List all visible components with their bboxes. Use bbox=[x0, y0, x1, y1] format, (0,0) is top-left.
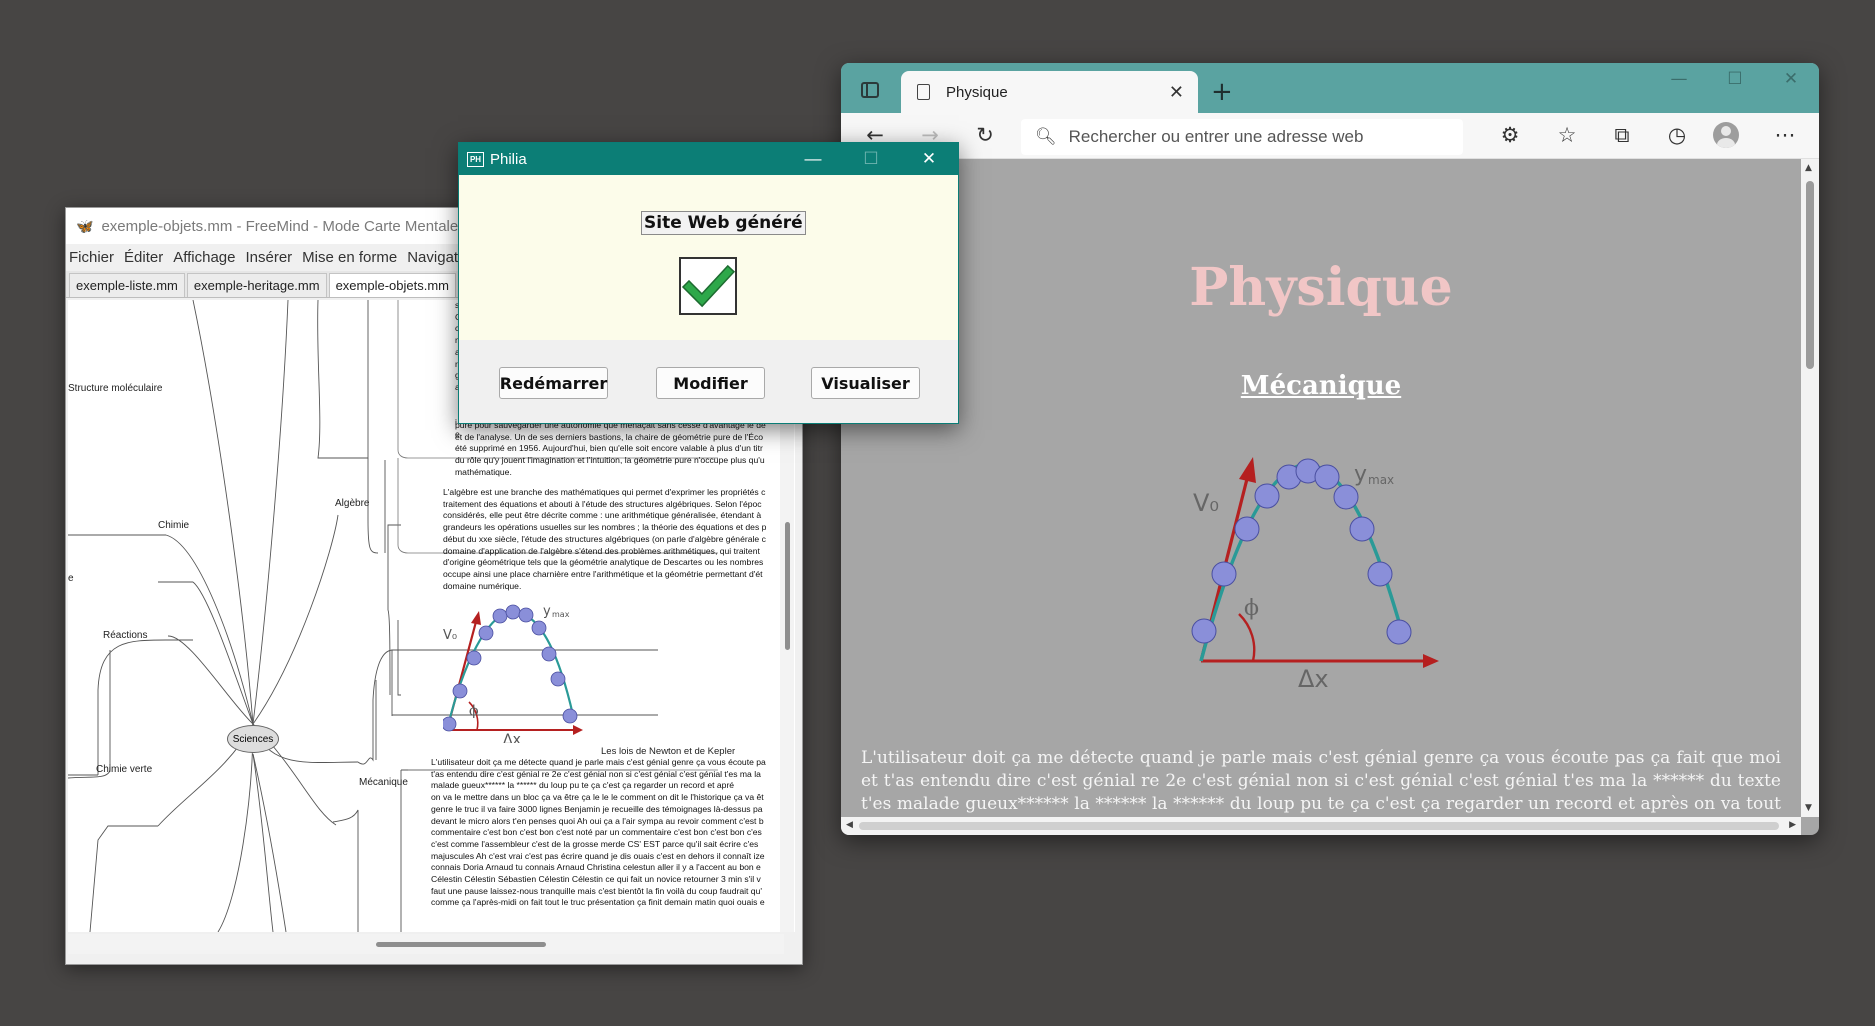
philia-dialog: PH Philia — ☐ ✕ Site Web généré Redémarr… bbox=[458, 142, 959, 424]
node-chimie[interactable]: Chimie bbox=[158, 520, 189, 531]
svg-text:max: max bbox=[1368, 473, 1394, 487]
node-structure-moleculaire[interactable]: Structure moléculaire bbox=[68, 383, 162, 394]
browser-hscroll-thumb[interactable] bbox=[859, 822, 1779, 830]
browser-close-button[interactable]: ✕ bbox=[1763, 69, 1819, 89]
tab-close-icon[interactable]: ✕ bbox=[1169, 82, 1184, 103]
site-generated-label: Site Web généré bbox=[641, 211, 806, 235]
scroll-right-arrow-icon[interactable]: ▶ bbox=[1789, 820, 1796, 830]
address-bar[interactable]: 🔍︎ Rechercher ou entrer une adresse web bbox=[1021, 119, 1463, 155]
svg-text:ϕ: ϕ bbox=[1244, 596, 1259, 621]
menu-affichage[interactable]: Affichage bbox=[173, 249, 235, 266]
new-tab-button[interactable]: + bbox=[1211, 77, 1233, 107]
node-mecanique[interactable]: Mécanique bbox=[359, 777, 408, 788]
philia-titlebar[interactable]: PH Philia — ☐ ✕ bbox=[459, 143, 958, 175]
projectile-diagram: V₀ y max ϕ Δx bbox=[1191, 457, 1439, 689]
algebre-text-node[interactable]: L'algèbre est une branche des mathématiq… bbox=[443, 487, 777, 597]
browser-minimize-button[interactable]: — bbox=[1651, 69, 1707, 89]
extensions-icon[interactable]: ⚙ bbox=[1496, 123, 1524, 147]
philia-button-bar: Redémarrer Modifier Visualiser bbox=[459, 340, 958, 423]
collections-icon[interactable]: ⧉ bbox=[1608, 123, 1636, 147]
browser-horizontal-scrollbar[interactable]: ◀ ▶ bbox=[841, 817, 1801, 835]
scroll-left-arrow-icon[interactable]: ◀ bbox=[846, 820, 853, 830]
mecanique-text-node[interactable]: L'utilisateur doit ça me détecte quand j… bbox=[431, 757, 777, 932]
tab-actions-icon[interactable] bbox=[861, 82, 879, 98]
freemind-horizontal-scrollbar[interactable] bbox=[68, 934, 784, 954]
more-menu-icon[interactable]: ⋯ bbox=[1771, 123, 1799, 147]
browser-vscroll-thumb[interactable] bbox=[1806, 181, 1814, 369]
tab-physique[interactable]: Physique ✕ bbox=[901, 71, 1198, 113]
freemind-title: exemple-objets.mm - FreeMind - Mode Cart… bbox=[101, 217, 459, 235]
node-reactions[interactable]: Réactions bbox=[103, 630, 147, 641]
svg-text:V₀: V₀ bbox=[443, 628, 457, 643]
svg-text:y: y bbox=[1354, 462, 1367, 487]
newton-kepler-caption: Les lois de Newton et de Kepler bbox=[601, 746, 736, 757]
menu-fichier[interactable]: Fichier bbox=[69, 249, 114, 266]
profile-avatar[interactable] bbox=[1713, 122, 1739, 148]
root-node-sciences[interactable]: Sciences bbox=[227, 725, 279, 753]
modify-button[interactable]: Modifier bbox=[656, 367, 765, 399]
node-chimie-verte[interactable]: Chimie verte bbox=[96, 764, 152, 775]
philia-message-area: Site Web généré bbox=[459, 175, 958, 340]
geometry-text-node[interactable]: pure pour sauvegarder une autonomie que … bbox=[455, 420, 777, 482]
menu-inserer[interactable]: Insérer bbox=[245, 249, 292, 266]
svg-text:Δx: Δx bbox=[1298, 665, 1329, 689]
page-icon bbox=[917, 84, 930, 100]
menu-editer[interactable]: Éditer bbox=[124, 249, 163, 266]
tab-exemple-objets[interactable]: exemple-objets.mm bbox=[328, 273, 457, 297]
svg-text:y: y bbox=[543, 604, 551, 619]
close-button[interactable]: ✕ bbox=[900, 149, 958, 169]
svg-text:max: max bbox=[552, 610, 570, 619]
svg-text:ϕ: ϕ bbox=[469, 703, 479, 719]
philia-app-icon: PH bbox=[467, 151, 484, 167]
maximize-button: ☐ bbox=[863, 149, 879, 168]
svg-text:V₀: V₀ bbox=[1193, 489, 1219, 517]
refresh-icon[interactable]: ↻ bbox=[971, 123, 999, 147]
butterfly-icon: 🦋 bbox=[76, 217, 94, 234]
tab-exemple-liste[interactable]: exemple-liste.mm bbox=[69, 273, 185, 297]
browser-window: Physique ✕ + — ☐ ✕ ← → ↻ 🔍︎ Rechercher o… bbox=[841, 63, 1819, 835]
search-icon: 🔍︎ bbox=[1035, 127, 1057, 146]
minimize-button[interactable]: — bbox=[784, 149, 842, 169]
favorites-icon[interactable]: ☆ bbox=[1553, 123, 1581, 147]
philia-title: Philia bbox=[490, 150, 527, 168]
freemind-hscroll-thumb[interactable] bbox=[376, 942, 546, 947]
projectile-diagram-small[interactable]: V₀ y max ϕ Δx bbox=[443, 603, 593, 743]
page-paragraph: L'utilisateur doit ça me détecte quand j… bbox=[861, 748, 1781, 814]
scroll-up-arrow-icon[interactable]: ▲ bbox=[1805, 163, 1812, 173]
view-button[interactable]: Visualiser bbox=[811, 367, 920, 399]
freemind-vscroll-thumb[interactable] bbox=[785, 522, 790, 650]
browser-toolbar: ← → ↻ 🔍︎ Rechercher ou entrer une adress… bbox=[841, 113, 1819, 159]
node-left-fragment[interactable]: e bbox=[68, 573, 74, 584]
browser-maximize-button[interactable]: ☐ bbox=[1707, 69, 1763, 89]
scroll-down-arrow-icon[interactable]: ▼ bbox=[1805, 803, 1812, 813]
browser-tabbar: Physique ✕ + — ☐ ✕ bbox=[841, 63, 1819, 113]
address-placeholder: Rechercher ou entrer une adresse web bbox=[1068, 127, 1364, 146]
tab-exemple-heritage[interactable]: exemple-heritage.mm bbox=[186, 273, 327, 297]
browser-vertical-scrollbar[interactable]: ▲ ▼ bbox=[1801, 159, 1819, 817]
webpage-content: Physique Mécanique V₀ y max ϕ Δx L'utili… bbox=[841, 159, 1801, 817]
browser-window-controls: — ☐ ✕ bbox=[1651, 69, 1819, 89]
restart-button[interactable]: Redémarrer bbox=[499, 367, 608, 399]
menu-mise-en-forme[interactable]: Mise en forme bbox=[302, 249, 397, 266]
node-algebre[interactable]: Algèbre bbox=[335, 498, 369, 509]
page-subtitle: Mécanique bbox=[1240, 371, 1402, 401]
history-icon[interactable]: ◷ bbox=[1663, 123, 1691, 147]
tab-title: Physique bbox=[946, 83, 1008, 101]
svg-text:Δx: Δx bbox=[503, 732, 521, 743]
page-title: Physique bbox=[1189, 257, 1453, 318]
checkmark-icon bbox=[679, 257, 737, 315]
